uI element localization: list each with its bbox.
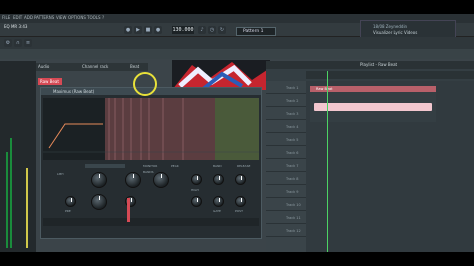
output-meter [127,198,130,222]
threshold-knob[interactable] [91,194,107,210]
level-meter-left [6,152,8,248]
tempo-display[interactable]: 130.000 [172,26,194,34]
mixer-icon[interactable]: ≡ [24,39,32,47]
track-label: Track 2 [286,99,299,103]
release-label: RELEASE [237,164,251,168]
hint-bar: EQ MR 3:43 [4,24,28,29]
menu-help[interactable]: ? [102,15,104,20]
tools-row: ⚙ ∩ ≡ [0,37,474,49]
beat-label: Beat [130,64,140,69]
timeline-ruler[interactable] [306,71,474,79]
track-header[interactable]: Track 6 [266,146,306,159]
peak-label: PEAK [171,164,179,168]
track-header[interactable]: Track 3 [266,107,306,120]
menu-view[interactable]: VIEW [56,15,66,20]
track-header[interactable]: Track 2 [266,94,306,107]
track-header[interactable]: Track 4 [266,120,306,133]
monitor-label: MONITOR [143,164,158,168]
snap-icon[interactable]: ⚙ [4,39,12,47]
band-label: BAND [213,164,222,168]
menu-add[interactable]: ADD [24,15,33,20]
left-mixer-strip [0,61,36,252]
fl-studio-window: FILE EDIT ADD PATTERNS VIEW OPTIONS TOOL… [0,14,474,252]
screen: FILE EDIT ADD PATTERNS VIEW OPTIONS TOOL… [0,0,474,266]
post-label: POST [235,209,243,213]
post-gain-knob[interactable] [235,196,246,207]
track-header[interactable]: Track 7 [266,159,306,172]
low-knob[interactable] [191,174,202,185]
menu-patterns[interactable]: PATTERNS [34,15,54,20]
track-label: Track 10 [286,203,301,207]
maximus-plugin-window[interactable]: Maximus (Raw Beat) LMH PEAK BAND RELEASE… [40,87,262,239]
track-header[interactable]: Track 11 [266,211,306,224]
channel-rack-title[interactable]: Channel rack [82,64,108,69]
band-freq-knob[interactable] [125,172,141,188]
track-headers: Track 1 Track 2 Track 3 Track 4 Track 5 … [266,81,306,252]
band-gain-knob[interactable] [91,172,107,188]
stop-icon[interactable]: ■ [144,26,152,34]
playlist-window[interactable]: Playlist - Raw Beat Track 1 Track 2 Trac… [266,61,474,252]
high-knob[interactable] [235,174,246,185]
pre-label: PRE [65,209,71,213]
pattern-mode-button[interactable]: ● [124,26,132,34]
loop-icon[interactable]: ↻ [218,26,226,34]
wait-icon[interactable]: ◷ [208,26,216,34]
channel-rack-header: Audio Channel rack Beat [36,63,148,71]
track-label: Track 12 [286,229,301,233]
cursor-highlight-ring [133,72,157,96]
track-label: Track 1 [286,86,299,90]
band-display [43,98,259,160]
artwork-graphic [172,62,270,90]
track-label: Track 6 [286,151,299,155]
artwork-image [172,60,270,90]
track-header[interactable]: Track 8 [266,172,306,185]
release-knob[interactable] [191,196,202,207]
track-header[interactable]: Track 1 [266,81,306,94]
track-label: Track 8 [286,177,299,181]
band-width-knob[interactable] [153,172,169,188]
track-label: Track 3 [286,112,299,116]
browser-row [0,49,474,59]
audio-waveform [314,103,432,111]
play-icon[interactable]: ▶ [134,26,142,34]
pre-gain-knob[interactable] [65,196,76,207]
track-header[interactable]: Track 10 [266,198,306,211]
menu-tools[interactable]: TOOLS [87,15,101,20]
high-label: HIGH [191,188,199,192]
fader[interactable] [26,168,28,248]
magnet-icon[interactable]: ∩ [14,39,22,47]
track-label: Track 5 [286,138,299,142]
level-meter-right [10,138,12,248]
pattern-selector[interactable]: Pattern 1 [236,27,276,36]
gate-label: GATE [213,209,221,213]
track-header[interactable]: Track 12 [266,224,306,237]
track-header[interactable]: Track 5 [266,133,306,146]
bands-label: BANDS [143,170,154,174]
channel-button-raw-beat[interactable]: Raw Beat [38,78,62,85]
menu-options[interactable]: OPTIONS [68,15,86,20]
gate-knob[interactable] [213,196,224,207]
track-label: Track 7 [286,164,299,168]
track-label: Track 11 [286,216,301,220]
mid-knob[interactable] [213,174,224,185]
track-header[interactable]: Track 9 [266,185,306,198]
track-label: Track 9 [286,190,299,194]
news-line-2: Visualizer Lyric Videos [373,30,418,35]
record-icon[interactable]: ● [154,26,162,34]
metronome-icon[interactable]: ♪ [198,26,206,34]
playlist-title[interactable]: Playlist - Raw Beat [266,61,474,69]
plugin-footer [43,218,259,226]
news-line-1: 18/08 Zeyneddin [373,24,408,29]
menu-file[interactable]: FILE [2,15,10,20]
spectrum-analyzer[interactable] [43,98,259,160]
track-label: Track 4 [286,125,299,129]
audio-label: Audio [38,64,50,69]
playhead[interactable] [327,71,328,252]
band-buttons[interactable] [85,164,125,168]
lmh-label: LMH [57,172,64,176]
menu-edit[interactable]: EDIT [13,15,22,20]
